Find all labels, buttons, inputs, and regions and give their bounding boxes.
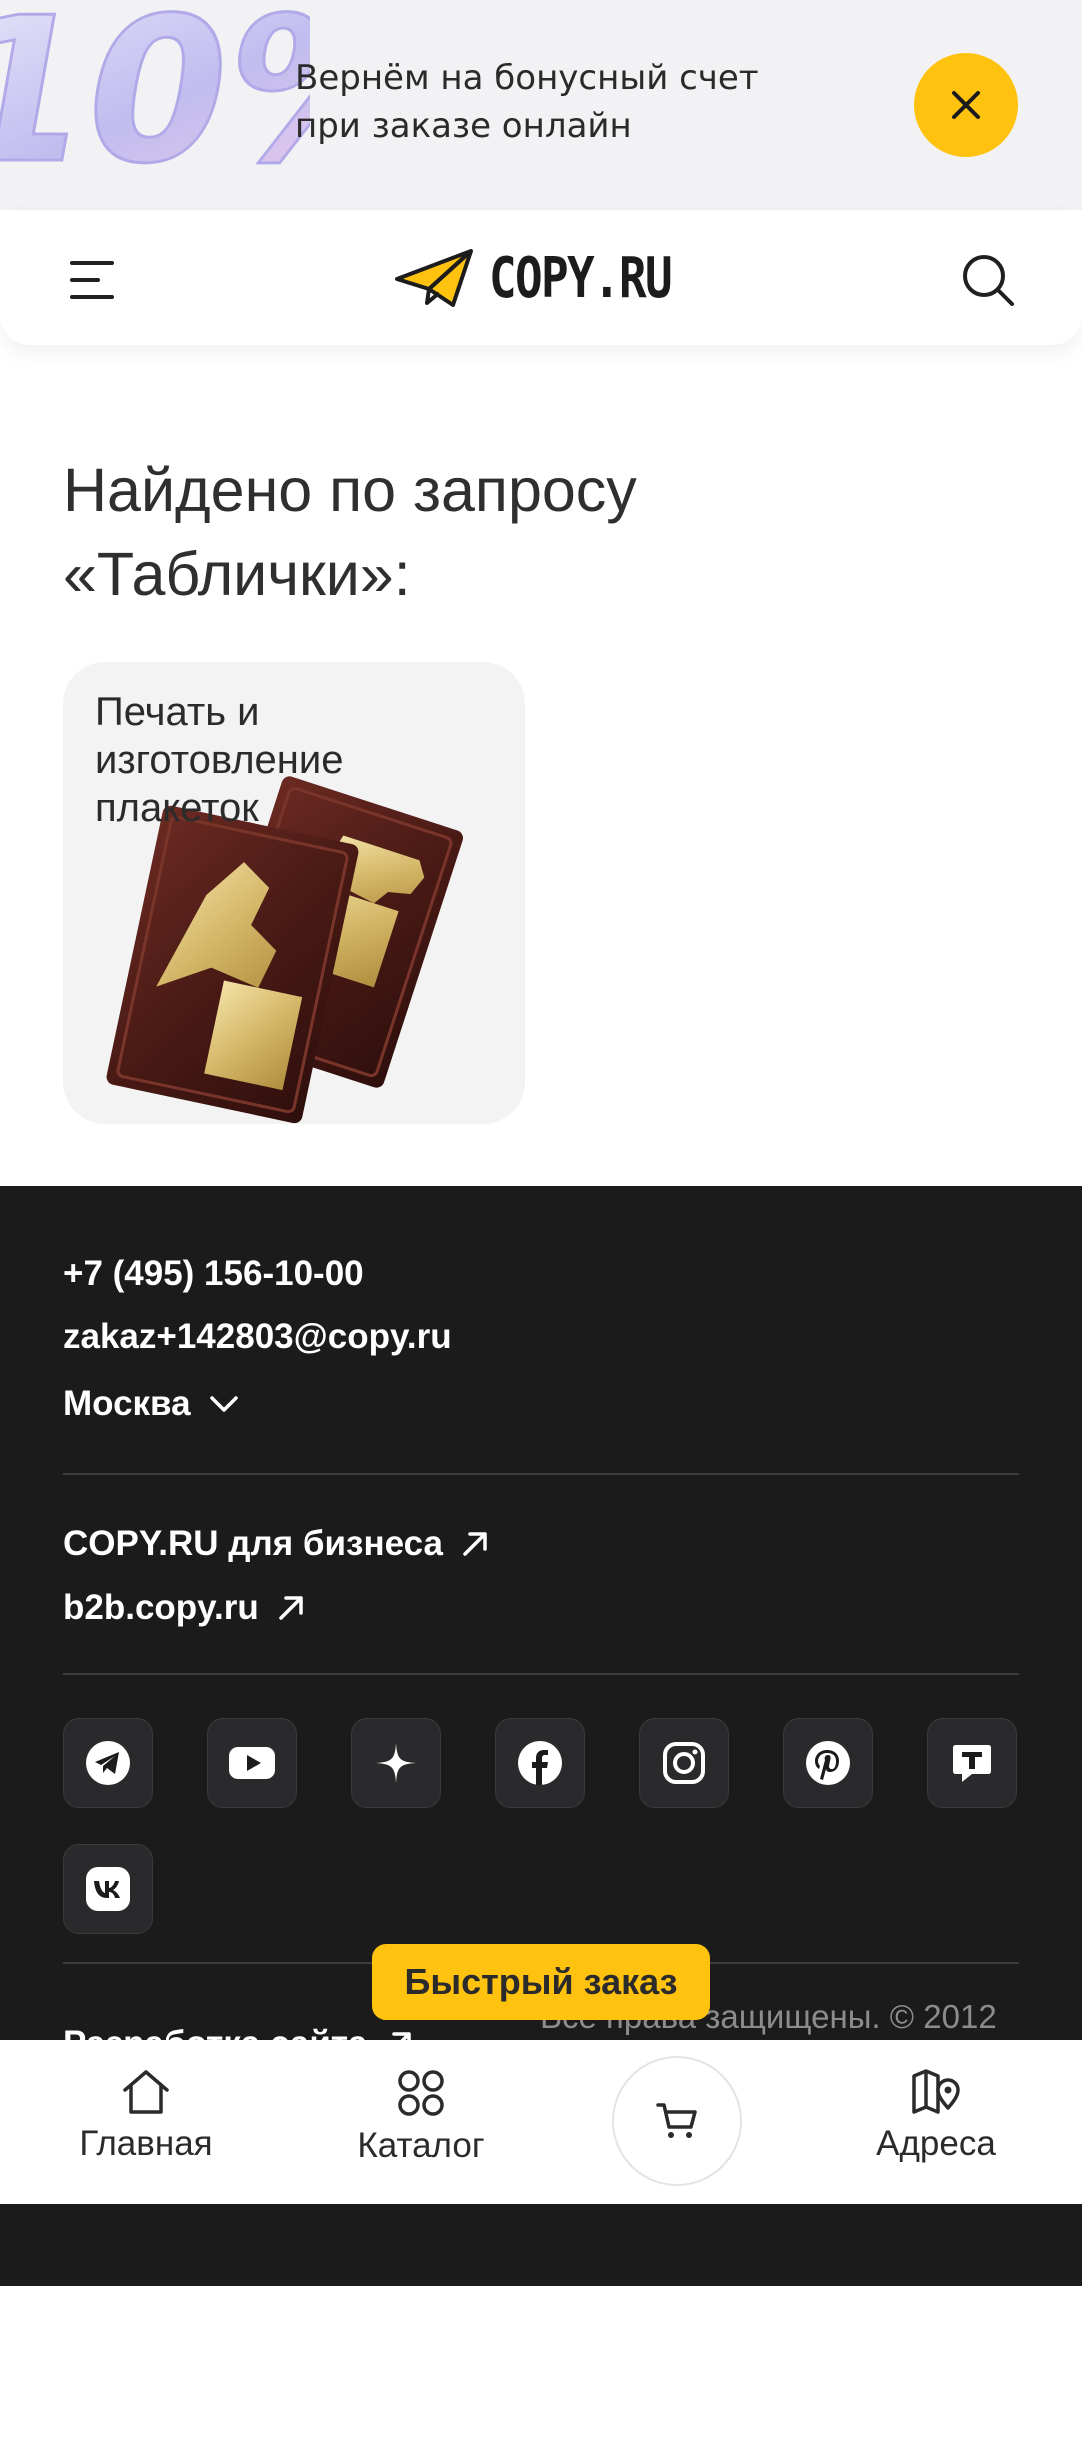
bottom-navigation: Главная Каталог Адреса: [0, 2040, 1082, 2204]
paper-plane-logo-icon: [395, 249, 473, 307]
promo-banner[interactable]: 10% Вернём на бонусный счет при заказе о…: [0, 0, 1082, 210]
footer-city-select[interactable]: Москва: [63, 1384, 239, 1424]
pinterest-icon: [806, 1741, 850, 1785]
logo-text: COPY.RU: [489, 245, 673, 311]
nav-label-addresses: Адреса: [876, 2124, 996, 2163]
search-button[interactable]: [956, 248, 1020, 312]
cart-icon: [656, 2103, 697, 2138]
telegram-icon: [86, 1741, 130, 1785]
nav-item-home[interactable]: Главная: [74, 2068, 218, 2164]
social-tenchat-button[interactable]: [927, 1718, 1017, 1808]
close-icon: [952, 91, 980, 119]
footer-city-label: Москва: [63, 1384, 191, 1423]
chevron-down-icon: [209, 1396, 238, 1412]
page-title-line-1: Найдено по запросу: [63, 456, 637, 524]
promo-line-1: Вернём на бонусный счет: [295, 58, 759, 98]
footer-b2b-label: b2b.copy.ru: [63, 1588, 259, 1627]
search-icon: [963, 255, 1014, 306]
menu-button[interactable]: [60, 248, 124, 312]
hamburger-menu-icon: [70, 261, 114, 299]
page-title: Найдено по запросу «Таблички»:: [63, 448, 823, 616]
promo-big-text: 10%: [0, 0, 310, 208]
promo-line-2: при заказе онлайн: [295, 106, 632, 146]
instagram-icon: [663, 1742, 705, 1784]
nav-label-home: Главная: [79, 2124, 213, 2163]
social-youtube-button[interactable]: [207, 1718, 297, 1808]
nav-item-addresses[interactable]: Адреса: [868, 2068, 1004, 2164]
catalog-icon: [398, 2070, 444, 2116]
nav-item-catalog[interactable]: Каталог: [350, 2068, 492, 2166]
promo-close-button[interactable]: [914, 53, 1018, 157]
social-vk-button[interactable]: [63, 1844, 153, 1934]
ten-percent-graphic: 10%: [0, 0, 310, 209]
nav-item-cart[interactable]: [612, 2056, 742, 2186]
map-pin-icon: [912, 2069, 960, 2114]
footer-divider: [63, 1473, 1019, 1475]
result-card[interactable]: Печать и изготовление плакеток: [63, 662, 525, 1124]
promo-text: Вернём на бонусный счет при заказе онлай…: [295, 54, 759, 150]
footer-business-label: COPY.RU для бизнеса: [63, 1524, 443, 1563]
external-arrow-icon: [279, 1596, 303, 1620]
social-instagram-button[interactable]: [639, 1718, 729, 1808]
footer-divider: [63, 1673, 1019, 1675]
external-arrow-icon: [463, 1532, 487, 1556]
social-telegram-button[interactable]: [63, 1718, 153, 1808]
quick-order-button[interactable]: Быстрый заказ: [372, 1944, 710, 2020]
footer-email-link[interactable]: zakaz+142803@copy.ru: [63, 1317, 452, 1357]
footer-phone-link[interactable]: +7 (495) 156-10-00: [63, 1254, 364, 1294]
result-card-title: Печать и изготовление плакеток: [95, 690, 344, 830]
youtube-icon: [229, 1747, 275, 1779]
social-dzen-button[interactable]: [351, 1718, 441, 1808]
site-header: COPY.RU: [0, 210, 1082, 345]
home-icon: [123, 2070, 169, 2114]
tenchat-icon: [953, 1745, 991, 1782]
site-logo[interactable]: COPY.RU: [395, 245, 711, 311]
footer-b2b-link[interactable]: b2b.copy.ru: [63, 1588, 305, 1628]
vk-icon: [86, 1867, 130, 1911]
dzen-icon: [376, 1743, 416, 1783]
social-facebook-button[interactable]: [495, 1718, 585, 1808]
page-title-line-2: «Таблички»:: [63, 540, 411, 608]
social-pinterest-button[interactable]: [783, 1718, 873, 1808]
footer-business-link[interactable]: COPY.RU для бизнеса: [63, 1524, 489, 1564]
nav-label-catalog: Каталог: [357, 2126, 485, 2165]
facebook-icon: [518, 1741, 562, 1785]
